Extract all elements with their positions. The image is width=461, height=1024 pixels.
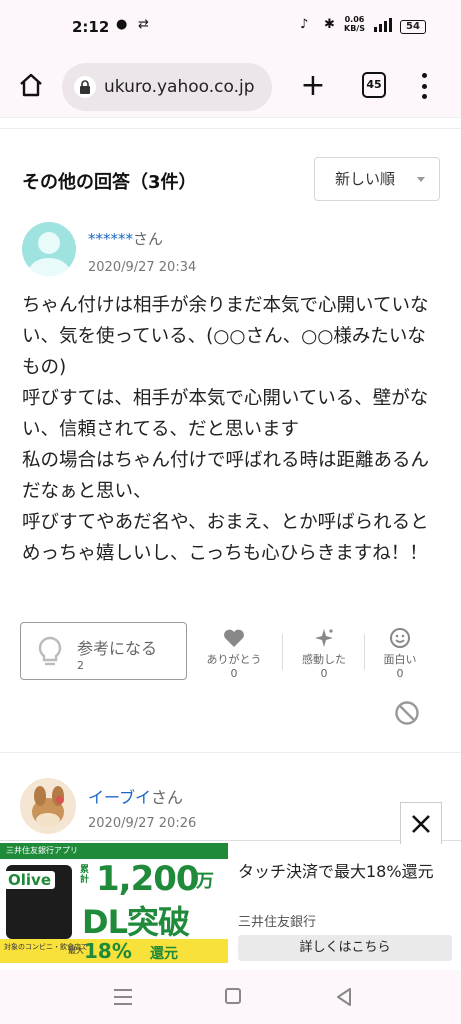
recent-apps-button[interactable] — [114, 989, 132, 1005]
browser-menu-button[interactable] — [414, 69, 434, 103]
system-home-button[interactable] — [225, 988, 241, 1004]
reaction-label: ありがとう — [206, 653, 262, 666]
tab-switcher-button[interactable]: 45 — [362, 72, 386, 98]
ad-close-button[interactable] — [400, 802, 442, 844]
back-button[interactable] — [334, 986, 354, 1008]
url-text: ukuro.yahoo.co.jp — [104, 77, 255, 97]
answer-user[interactable]: イーブイさん — [88, 784, 183, 808]
status-bar: 2:12 ● ⇄ ♪ ✱ 0.06 KB/S 54 — [0, 0, 461, 56]
notification-icon: ● — [116, 17, 128, 32]
sync-icon: ⇄ — [138, 17, 149, 32]
close-icon — [412, 814, 430, 833]
sort-dropdown[interactable]: 新しい順 — [314, 157, 440, 201]
helpful-count: 2 — [77, 659, 84, 672]
helpful-label: 参考になる — [77, 639, 158, 658]
ad-cumulative: 累計 — [80, 865, 90, 885]
helpful-button[interactable]: 参考になる 2 — [20, 622, 187, 680]
ad-strip-return: 還元 — [150, 946, 178, 962]
ad-dl-text: DL突破 — [82, 903, 190, 941]
ad-man: 万 — [196, 871, 214, 892]
battery-icon: 54 — [400, 20, 426, 34]
ad-title[interactable]: タッチ決済で最大18%還元 — [238, 859, 453, 885]
browser-toolbar: ukuro.yahoo.co.jp + 45 — [0, 56, 461, 118]
chevron-down-icon — [417, 177, 425, 182]
smile-icon — [390, 628, 410, 648]
ad-strip: 対象のコンビニ・飲食店で 最大 18% 還元 — [0, 939, 228, 963]
reaction-count: 0 — [320, 667, 328, 680]
home-icon — [20, 73, 42, 97]
answer-body: ちゃん付けは相手が余りまだ本気で心開いていない、気を使っている、(○○さん、○○… — [22, 295, 430, 564]
net-speed: 0.06 KB/S — [344, 15, 365, 33]
sort-selected-value: 新しい順 — [335, 170, 396, 188]
reaction-moved[interactable]: 感動した 0 — [284, 626, 364, 680]
signal-icon — [374, 18, 392, 32]
sparkle-icon — [315, 629, 333, 647]
status-time: 2:12 — [72, 18, 110, 36]
divider — [0, 128, 461, 129]
reaction-label: 面白い — [383, 653, 417, 666]
new-tab-button[interactable]: + — [296, 66, 330, 106]
ad-brand: Olive — [4, 871, 55, 889]
answer-user-suffix: さん — [133, 230, 164, 248]
answer-user-suffix: さん — [151, 788, 184, 807]
net-speed-value: 0.06 — [344, 15, 365, 24]
answer-user-name[interactable]: イーブイ — [88, 788, 151, 807]
home-button[interactable] — [14, 68, 48, 102]
block-icon[interactable] — [394, 700, 420, 726]
ad-advertiser: 三井住友銀行 — [238, 915, 317, 930]
ad-strip-percent: 18% — [84, 939, 132, 963]
reaction-thanks[interactable]: ありがとう 0 — [194, 626, 274, 680]
lightbulb-icon — [38, 636, 62, 666]
answer-user[interactable]: ******さん — [88, 228, 163, 249]
answer-date: 2020/9/27 20:26 — [88, 816, 197, 831]
ad-image-header: 三井住友銀行アプリ — [0, 843, 228, 859]
reaction-count: 0 — [230, 667, 238, 680]
address-bar[interactable]: ukuro.yahoo.co.jp — [62, 63, 272, 111]
reaction-count: 0 — [396, 667, 404, 680]
system-nav-bar — [0, 970, 461, 1024]
answer-user-name[interactable]: ****** — [88, 230, 133, 248]
net-speed-unit: KB/S — [344, 24, 365, 33]
other-answers-heading: その他の回答（3件） — [22, 172, 197, 193]
divider — [0, 752, 461, 753]
ad-cta-button[interactable]: 詳しくはこちら — [238, 935, 452, 961]
divider — [282, 634, 283, 670]
avatar[interactable] — [22, 222, 76, 276]
ad-banner[interactable]: 三井住友銀行アプリ Olive 累計 1,200 万 DL突破 対象のコンビニ・… — [0, 840, 461, 970]
avatar-image — [20, 778, 76, 834]
ad-image[interactable]: 三井住友銀行アプリ Olive 累計 1,200 万 DL突破 対象のコンビニ・… — [0, 843, 228, 969]
bluetooth-icon: ✱ — [324, 17, 335, 32]
reaction-label: 感動した — [302, 653, 346, 666]
avatar[interactable] — [20, 778, 76, 834]
ad-strip-max: 最大 — [68, 946, 84, 955]
heart-icon — [224, 629, 244, 647]
site-info-icon[interactable] — [74, 76, 96, 98]
ad-big-number: 1,200 — [96, 859, 200, 899]
answer-date: 2020/9/27 20:34 — [88, 260, 197, 275]
reaction-funny[interactable]: 面白い 0 — [360, 626, 440, 680]
mute-icon: ♪ — [300, 17, 309, 32]
